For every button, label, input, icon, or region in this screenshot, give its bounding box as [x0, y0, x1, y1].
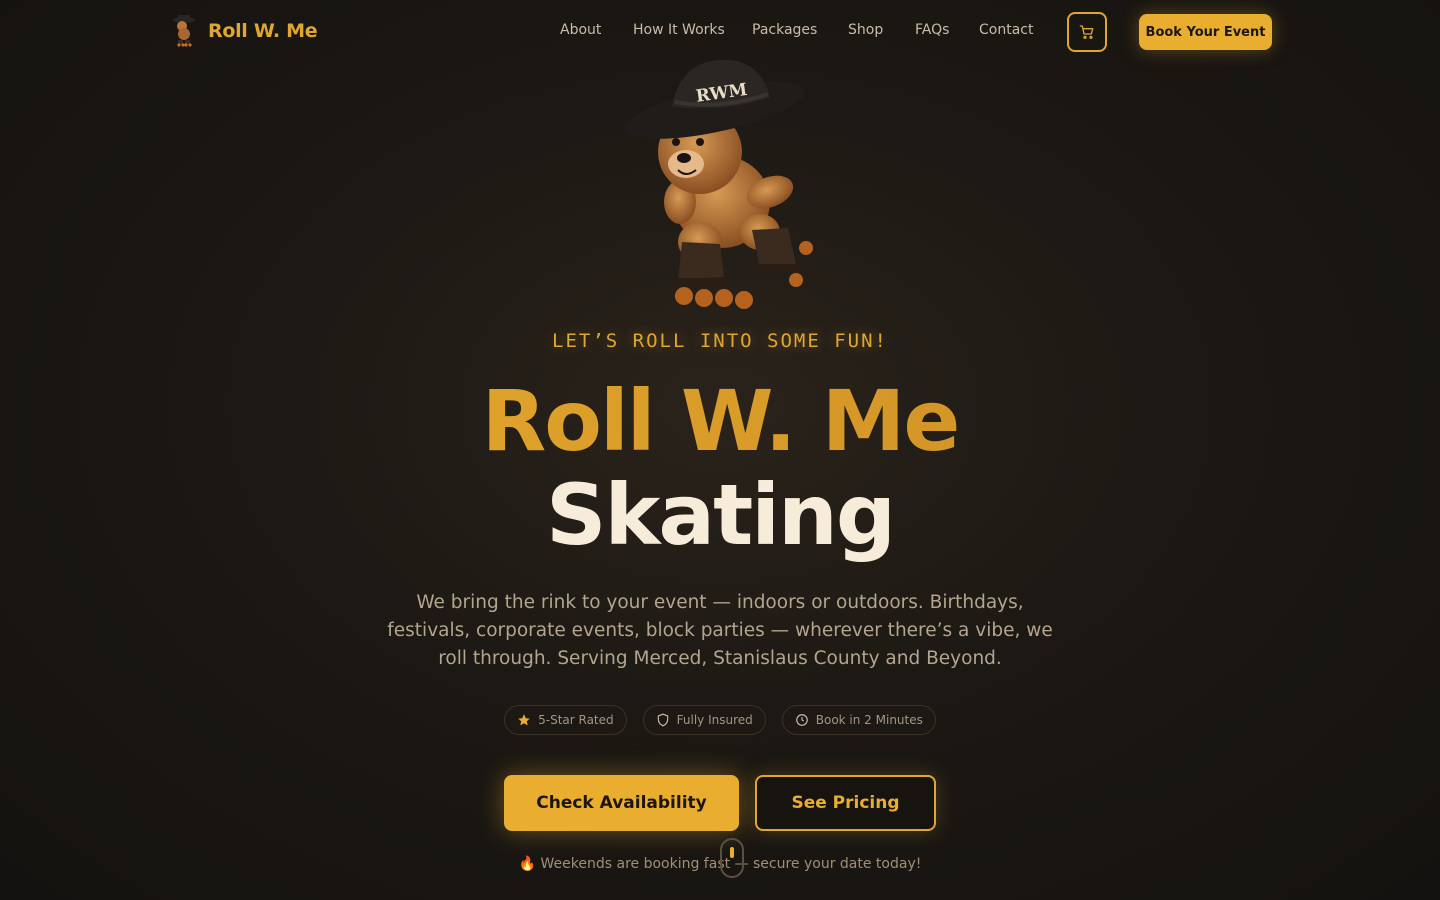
nav-faqs[interactable]: FAQs [915, 22, 949, 38]
check-availability-button[interactable]: Check Availability [504, 775, 739, 831]
book-your-event-button[interactable]: Book Your Event [1139, 14, 1272, 50]
badge-label: Book in 2 Minutes [815, 713, 923, 727]
badge-label: Fully Insured [676, 713, 753, 727]
nav-packages[interactable]: Packages [752, 22, 817, 38]
trust-badges: 5-Star Rated Fully Insured Book in 2 Min… [0, 705, 1440, 735]
nav-shop[interactable]: Shop [848, 22, 883, 38]
hero-title-line2: Skating [546, 466, 896, 564]
scroll-indicator[interactable] [720, 838, 744, 878]
nav-how-it-works[interactable]: How It Works [633, 22, 725, 38]
hero-description: We bring the rink to your event — indoor… [387, 592, 1053, 669]
brand-link[interactable]: Roll W. Me [170, 14, 318, 48]
brand-name: Roll W. Me [208, 20, 318, 42]
bear-cowboy-skater-illustration: RWM [624, 59, 813, 309]
nav-about[interactable]: About [560, 22, 601, 38]
fire-icon: 🔥 [518, 856, 537, 872]
nav-contact[interactable]: Contact [979, 22, 1033, 38]
clock-icon [795, 714, 808, 726]
hero-title-line1: Roll W. Me [0, 372, 1440, 470]
see-pricing-button[interactable]: See Pricing [755, 775, 936, 831]
badge-book-fast: Book in 2 Minutes [781, 705, 936, 735]
badge-five-star: 5-Star Rated [504, 705, 627, 735]
cart-button[interactable] [1067, 12, 1107, 52]
shield-icon [657, 713, 668, 727]
hero-kicker: LET’S ROLL INTO SOME FUN! [552, 330, 888, 352]
badge-label: 5-Star Rated [538, 713, 614, 727]
bear-skater-logo-icon [173, 15, 195, 47]
scroll-dot [730, 847, 734, 858]
badge-insured: Fully Insured [642, 705, 766, 735]
star-icon [518, 714, 530, 726]
cart-icon [1079, 25, 1094, 39]
